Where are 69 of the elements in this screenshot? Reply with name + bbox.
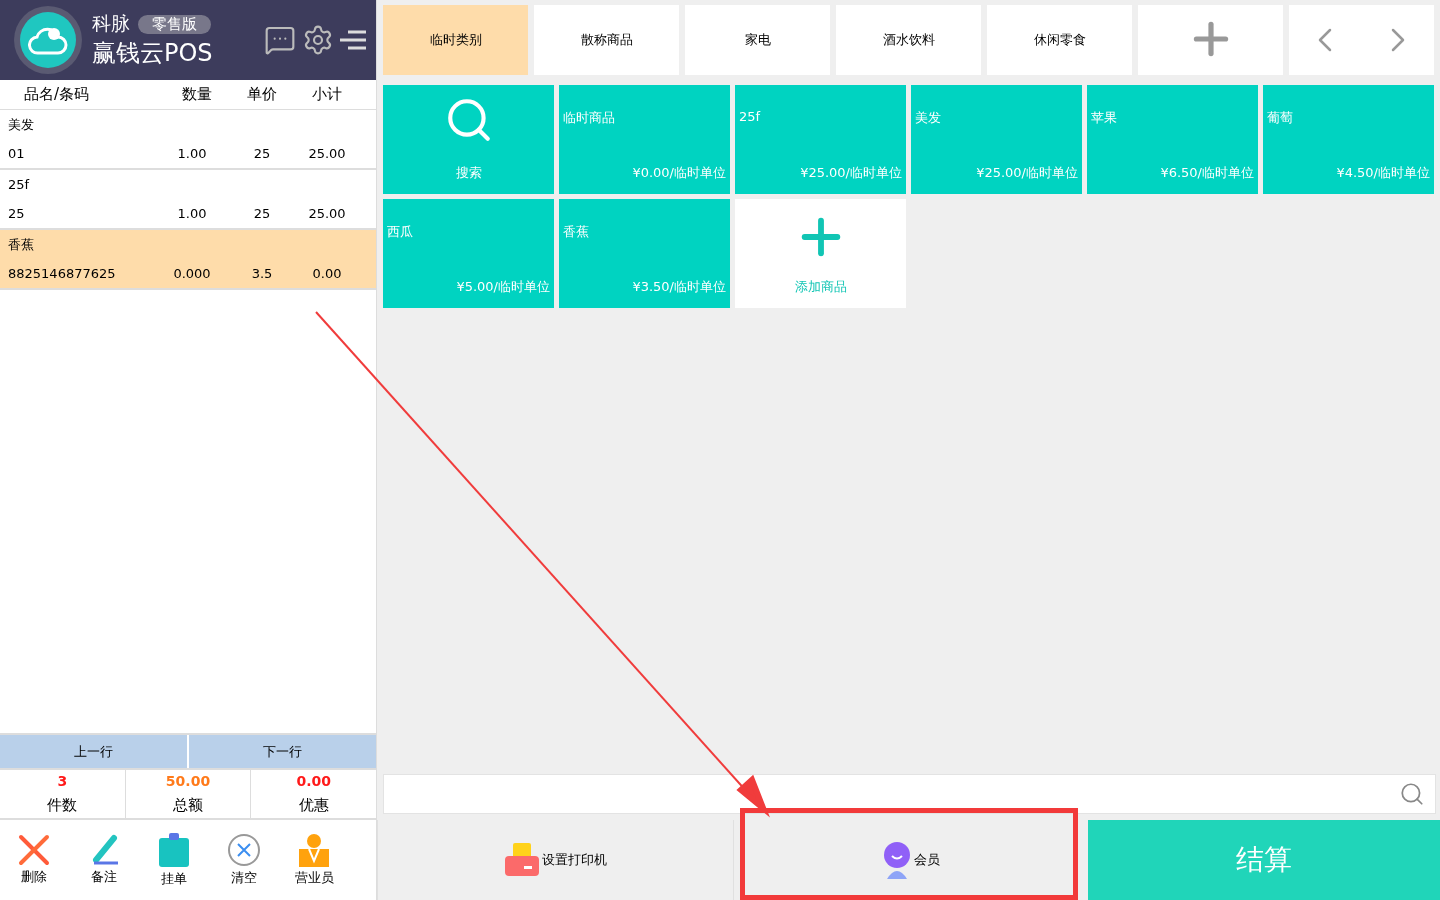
- product-price: ¥6.50/临时单位: [1160, 164, 1254, 182]
- column-header: 数量: [181, 85, 213, 104]
- menu-icon[interactable]: [340, 29, 366, 51]
- tile-label: 添加商品: [794, 278, 847, 296]
- chat-icon[interactable]: [264, 24, 296, 56]
- clear-icon: [227, 833, 261, 867]
- clipboard-icon: [158, 832, 190, 868]
- product-price: ¥0.00/临时单位: [632, 164, 726, 182]
- column-header: 小计: [311, 85, 343, 104]
- summary-value: 0.00: [296, 773, 331, 790]
- summary-label: 优惠: [298, 795, 329, 815]
- item-qty: 0.000: [172, 266, 212, 281]
- category-tab[interactable]: 休闲零食: [987, 5, 1132, 75]
- item-code: 8825146877625: [8, 266, 117, 281]
- item-code: 01: [8, 146, 26, 161]
- item-code: 25: [8, 206, 26, 221]
- brand-name: 科脉: [92, 11, 130, 36]
- toolbar-button[interactable]: 营业员: [288, 833, 340, 887]
- product-name: 西瓜: [387, 223, 413, 241]
- category-tab[interactable]: 临时类别: [383, 5, 528, 75]
- item-name: 25f: [8, 177, 31, 192]
- cross-icon: [18, 834, 50, 866]
- summary-value: 50.00: [165, 773, 211, 790]
- summary-label: 总额: [173, 795, 203, 815]
- column-header: 单价: [246, 85, 278, 104]
- user-icon: [881, 841, 912, 879]
- item-name: 美发: [8, 115, 35, 134]
- product-name: 25f: [739, 109, 761, 124]
- product-price: ¥25.00/临时单位: [976, 164, 1078, 182]
- item-qty: 1.00: [176, 146, 208, 161]
- add-category-button[interactable]: [1138, 5, 1283, 75]
- category-tab[interactable]: 家电: [685, 5, 830, 75]
- row-nav-button[interactable]: 下一行: [189, 735, 376, 768]
- item-subtotal: 25.00: [307, 206, 347, 221]
- edition-badge: 零售版: [138, 14, 211, 34]
- tile-label: 搜索: [455, 164, 482, 182]
- product-price: ¥4.50/临时单位: [1336, 164, 1430, 182]
- product-name: 苹果: [1091, 109, 1117, 127]
- item-qty: 1.00: [176, 206, 208, 221]
- row-nav-button[interactable]: 上一行: [0, 735, 187, 768]
- summary-label: 件数: [47, 795, 78, 815]
- item-price: 3.5: [250, 266, 274, 281]
- printer-icon: [503, 842, 540, 878]
- toolbar-button[interactable]: 清空: [218, 833, 270, 887]
- product-price: ¥25.00/临时单位: [800, 164, 902, 182]
- item-name: 香蕉: [8, 235, 35, 254]
- category-tab[interactable]: 散称商品: [534, 5, 679, 75]
- product-price: ¥5.00/临时单位: [456, 278, 550, 296]
- toolbar-button[interactable]: 备注: [78, 834, 130, 886]
- product-name: 香蕉: [563, 223, 589, 241]
- product-name: 临时商品: [563, 109, 615, 127]
- item-price: 25: [252, 206, 272, 221]
- toolbar-button[interactable]: 挂单: [148, 832, 200, 888]
- item-subtotal: 0.00: [311, 266, 343, 281]
- search-field[interactable]: [383, 774, 1436, 814]
- settings-icon[interactable]: [302, 24, 334, 56]
- product-price: ¥3.50/临时单位: [632, 278, 726, 296]
- product-title: 赢钱云POS: [92, 38, 214, 69]
- category-tab[interactable]: 酒水饮料: [836, 5, 981, 75]
- product-name: 葡萄: [1267, 109, 1293, 127]
- item-subtotal: 25.00: [307, 146, 347, 161]
- item-price: 25: [252, 146, 272, 161]
- column-header: 品名/条码: [24, 85, 91, 104]
- summary-value: 3: [57, 773, 68, 790]
- toolbar-button[interactable]: 删除: [8, 834, 60, 886]
- product-name: 美发: [915, 109, 941, 127]
- cart-item[interactable]: 香蕉 8825146877625 0.000 3.5 0.00: [0, 230, 376, 290]
- person-icon: [299, 833, 329, 867]
- search-icon[interactable]: [1399, 781, 1425, 807]
